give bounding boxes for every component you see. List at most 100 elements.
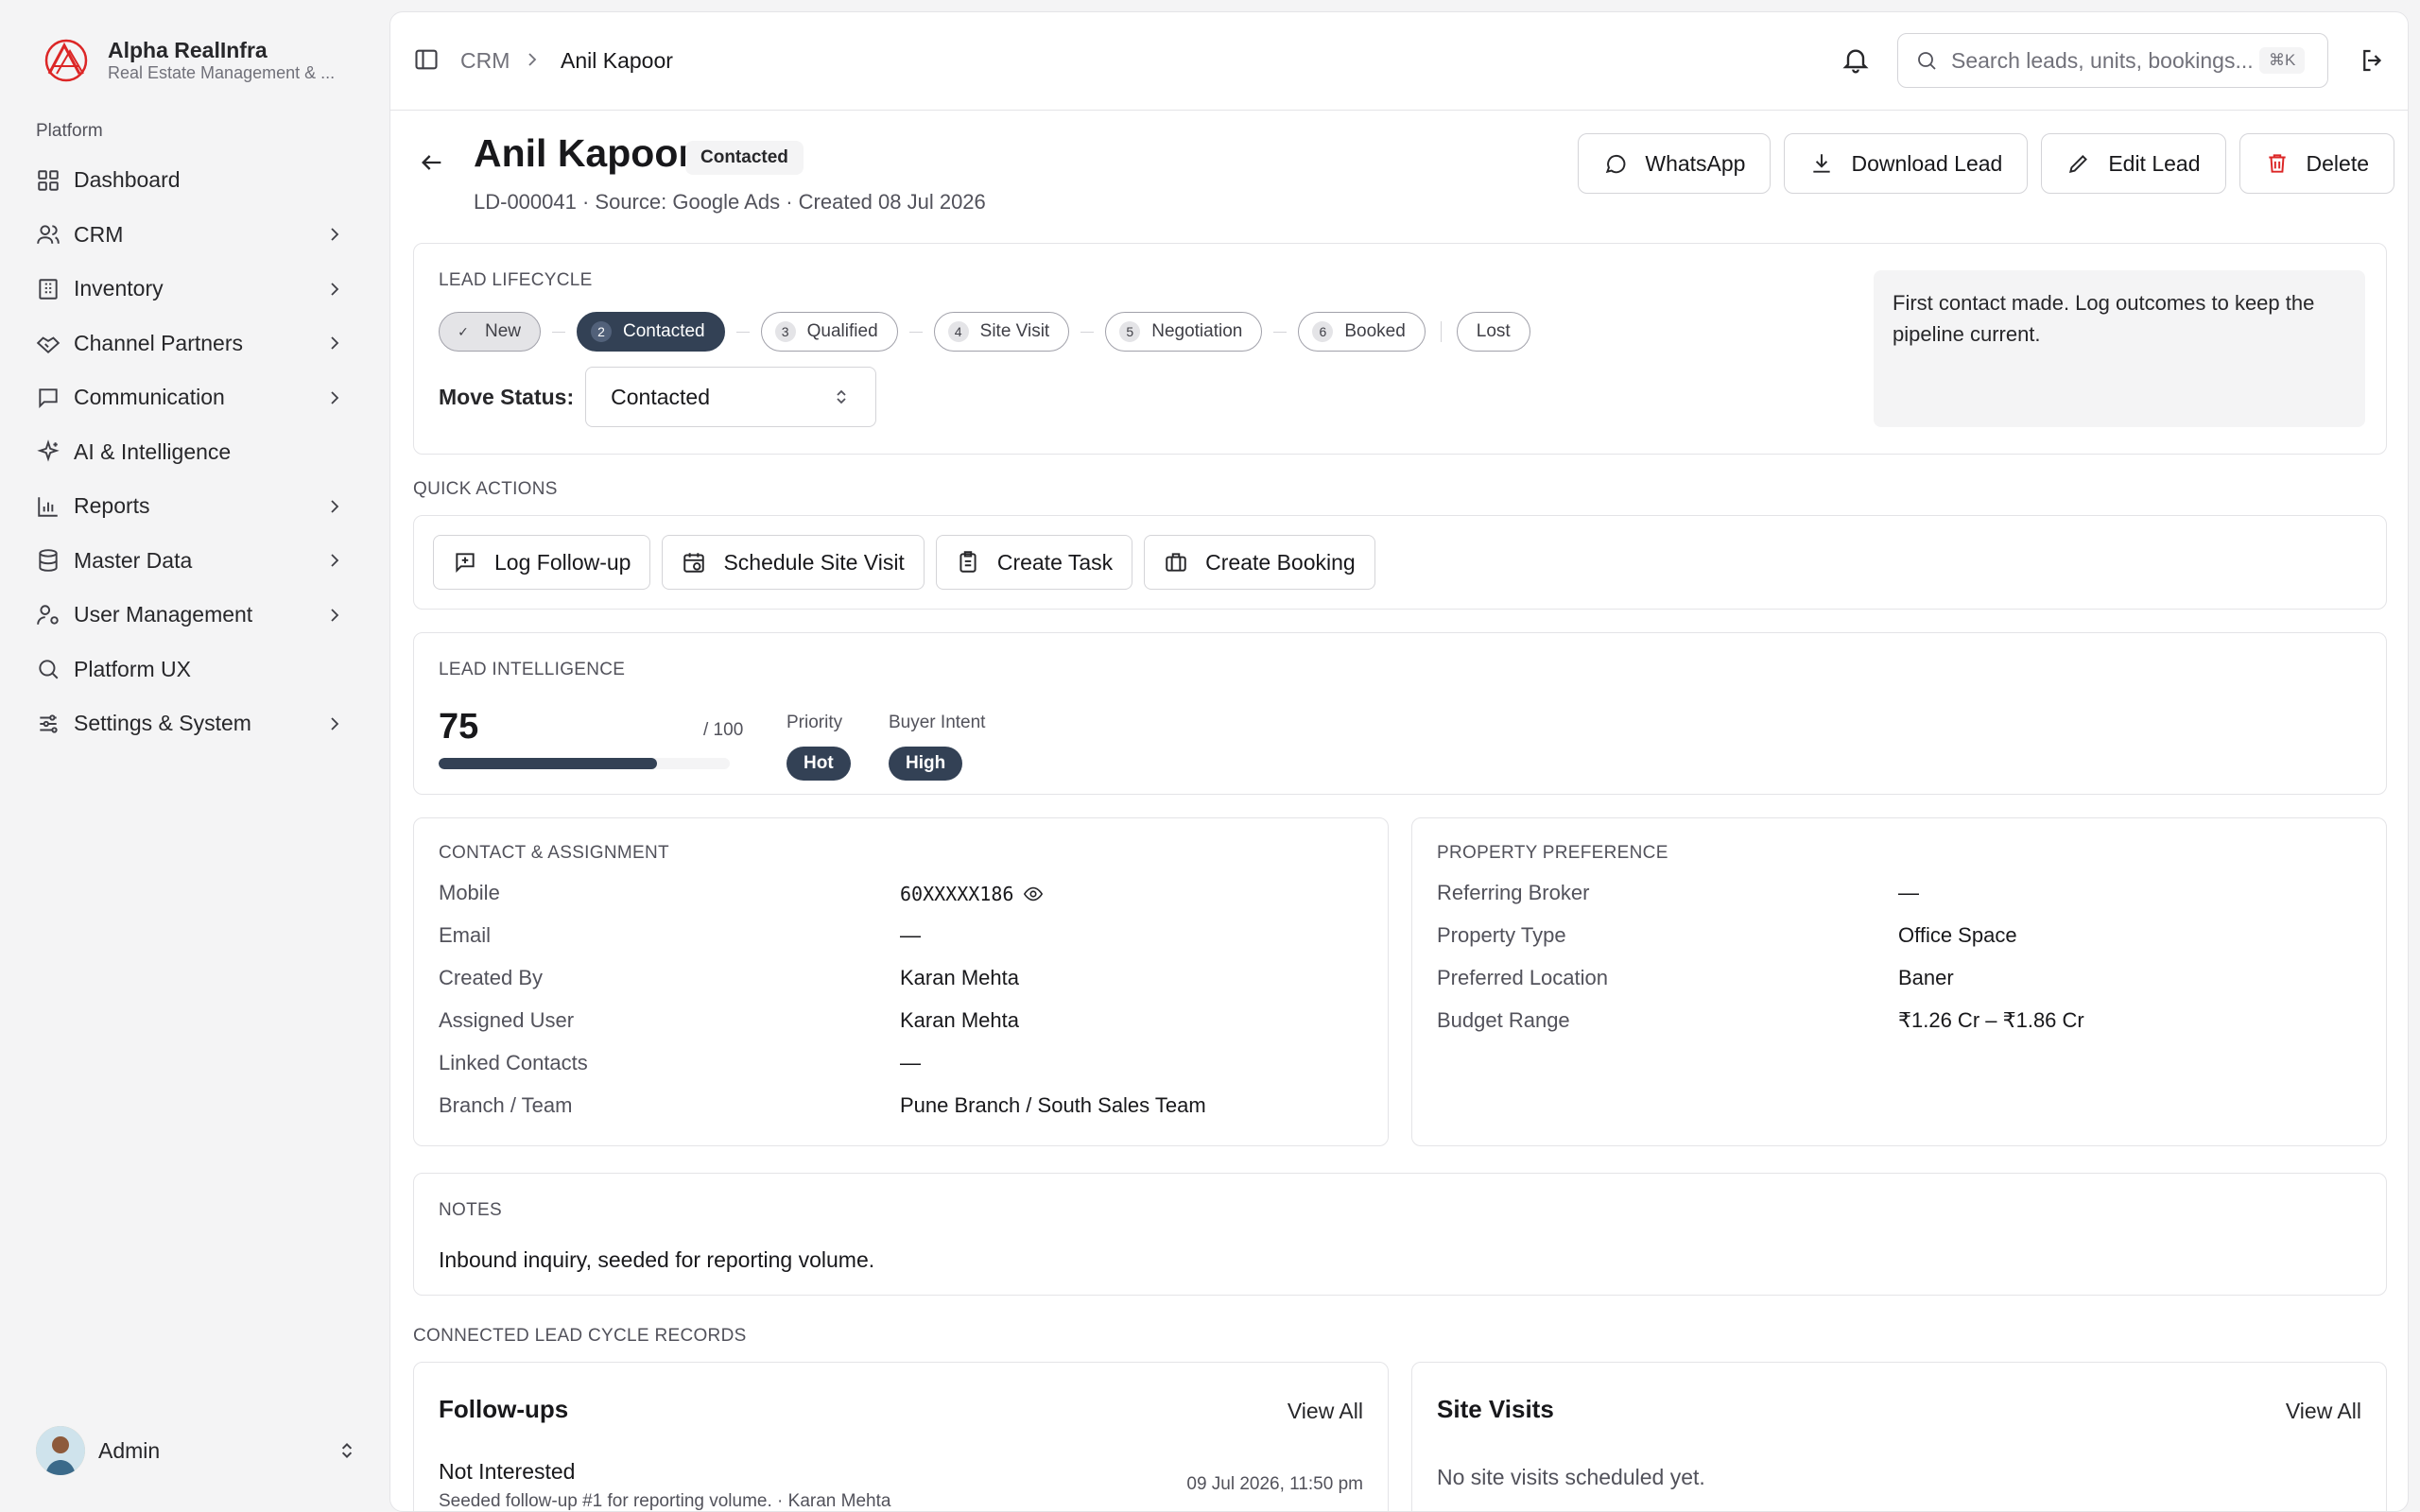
- sidebar-item-label: Channel Partners: [74, 330, 243, 355]
- main-panel: CRM Anil Kapoor ⌘K Anil Kapoor Contacted…: [389, 11, 2409, 1512]
- step-new[interactable]: ✓ New: [439, 312, 542, 352]
- referring-broker-label: Referring Broker: [1437, 881, 1590, 904]
- step-booked[interactable]: 6 Booked: [1298, 312, 1426, 352]
- sidebar-item-label: AI & Intelligence: [74, 438, 232, 464]
- briefcase-icon: [1166, 553, 1186, 572]
- create-booking-button[interactable]: Create Booking: [1144, 535, 1375, 590]
- breadcrumb-crm[interactable]: CRM: [460, 48, 510, 74]
- records-label: CONNECTED LEAD CYCLE RECORDS: [413, 1326, 747, 1346]
- step-lost[interactable]: Lost: [1456, 312, 1530, 352]
- lifecycle-label: LEAD LIFECYCLE: [439, 270, 593, 290]
- preferred-location-label: Preferred Location: [1437, 966, 1608, 989]
- pencil-icon: [2069, 155, 2088, 174]
- whatsapp-button[interactable]: WhatsApp: [1578, 133, 1772, 194]
- sidebar-item-channel-partners[interactable]: Channel Partners: [23, 317, 357, 371]
- follow-up-item-title[interactable]: Not Interested: [439, 1459, 575, 1485]
- brand-logo-icon: [44, 39, 88, 82]
- mobile-value-row: 60XXXXX186: [900, 883, 1044, 905]
- sidebar-toggle-icon[interactable]: [413, 46, 440, 73]
- delete-button[interactable]: Delete: [2238, 133, 2394, 194]
- lifecycle-steps: ✓ New 2 Contacted 3 Qualified 4 Site Vis…: [439, 312, 1530, 352]
- sidebar-item-user-management[interactable]: User Management: [23, 588, 357, 643]
- referring-broker-value: —: [1898, 881, 1919, 904]
- site-visits-title: Site Visits: [1437, 1395, 1554, 1423]
- step-connector: [1080, 331, 1095, 333]
- user-menu[interactable]: Admin: [36, 1425, 357, 1476]
- download-lead-button[interactable]: Download Lead: [1784, 133, 2029, 194]
- check-icon: ✓: [453, 321, 474, 342]
- step-number: 5: [1119, 321, 1141, 342]
- property-type-value: Office Space: [1898, 923, 2017, 947]
- sidebar-item-ai-intelligence[interactable]: AI & Intelligence: [23, 425, 357, 480]
- step-qualified[interactable]: 3 Qualified: [760, 312, 898, 352]
- brand[interactable]: Alpha RealInfra Real Estate Management &…: [42, 36, 335, 85]
- sidebar-item-reports[interactable]: Reports: [23, 479, 357, 534]
- move-status-select[interactable]: Contacted: [585, 367, 877, 427]
- log-follow-up-label: Log Follow-up: [494, 549, 631, 575]
- quick-actions-card: Log Follow-up Schedule Site Visit Create…: [413, 515, 2387, 610]
- sidebar-item-settings-system[interactable]: Settings & System: [23, 696, 357, 751]
- schedule-site-visit-label: Schedule Site Visit: [723, 549, 905, 575]
- chevron-right-icon: [331, 228, 339, 241]
- download-lead-label: Download Lead: [1851, 150, 2003, 176]
- search-icon: [39, 660, 59, 679]
- delete-label: Delete: [2306, 150, 2369, 176]
- sidebar-item-master-data[interactable]: Master Data: [23, 534, 357, 589]
- message-icon: [39, 388, 58, 408]
- handshake-icon: [36, 336, 60, 354]
- chevron-right-icon: [331, 500, 339, 513]
- notes-label: NOTES: [439, 1200, 502, 1220]
- page-title: Anil Kapoor: [474, 131, 694, 175]
- property-label: PROPERTY PREFERENCE: [1437, 843, 1668, 863]
- created-by-label: Created By: [439, 966, 544, 989]
- back-arrow-icon[interactable]: [419, 149, 445, 176]
- search-box[interactable]: ⌘K: [1897, 33, 2328, 88]
- step-site-visit[interactable]: 4 Site Visit: [933, 312, 1070, 352]
- branch-team-value: Pune Branch / South Sales Team: [900, 1093, 1206, 1117]
- sidebar-item-crm[interactable]: CRM: [23, 208, 357, 263]
- lead-score: 75: [439, 707, 479, 747]
- edit-lead-label: Edit Lead: [2108, 150, 2201, 176]
- chevron-right-icon: [331, 609, 339, 622]
- avatar: [36, 1426, 85, 1475]
- chevron-right-icon: [331, 717, 339, 730]
- sidebar-item-label: Communication: [74, 385, 225, 410]
- lead-meta: LD-000041 · Source: Google Ads · Created…: [474, 190, 986, 214]
- step-label: Lost: [1476, 321, 1511, 341]
- grid-icon: [38, 170, 59, 191]
- eye-icon[interactable]: [1023, 884, 1044, 904]
- step-contacted[interactable]: 2 Contacted: [577, 312, 725, 352]
- site-visits-view-all-link[interactable]: View All: [2286, 1399, 2361, 1424]
- step-label: Negotiation: [1151, 321, 1243, 341]
- sidebar-item-dashboard[interactable]: Dashboard: [23, 153, 357, 208]
- topbar: CRM Anil Kapoor ⌘K: [390, 12, 2408, 111]
- contact-label: CONTACT & ASSIGNMENT: [439, 843, 669, 863]
- calendar-clock-icon: [683, 553, 705, 573]
- clipboard-icon: [959, 551, 977, 573]
- lead-lifecycle-card: LEAD LIFECYCLE ✓ New 2 Contacted 3 Quali…: [413, 243, 2387, 455]
- step-number: 2: [591, 321, 613, 342]
- logout-icon[interactable]: [2359, 46, 2387, 75]
- sliders-icon: [40, 714, 58, 733]
- score-bar-fill: [439, 758, 657, 769]
- edit-lead-button[interactable]: Edit Lead: [2041, 133, 2226, 194]
- create-task-button[interactable]: Create Task: [935, 535, 1133, 590]
- search-input[interactable]: [1951, 47, 2254, 74]
- chevrons-up-down-icon: [341, 1442, 353, 1459]
- bell-icon[interactable]: [1841, 44, 1871, 75]
- follow-ups-view-all-link[interactable]: View All: [1288, 1399, 1363, 1424]
- sidebar-item-inventory[interactable]: Inventory: [23, 262, 357, 317]
- buyer-intent-badge: High: [889, 747, 963, 781]
- step-label: Contacted: [623, 321, 705, 341]
- branch-team-label: Branch / Team: [439, 1093, 573, 1117]
- step-negotiation[interactable]: 5 Negotiation: [1105, 312, 1263, 352]
- schedule-site-visit-button[interactable]: Schedule Site Visit: [662, 535, 925, 590]
- sidebar-item-platform-ux[interactable]: Platform UX: [23, 643, 357, 697]
- preferred-location-value: Baner: [1898, 966, 1954, 989]
- budget-range-value: ₹1.26 Cr – ₹1.86 Cr: [1898, 1008, 2084, 1032]
- sidebar-item-label: Inventory: [74, 276, 164, 301]
- log-follow-up-button[interactable]: Log Follow-up: [433, 535, 651, 590]
- intelligence-label: LEAD INTELLIGENCE: [439, 660, 626, 679]
- sidebar-item-communication[interactable]: Communication: [23, 370, 357, 425]
- sidebar-item-label: User Management: [74, 602, 253, 627]
